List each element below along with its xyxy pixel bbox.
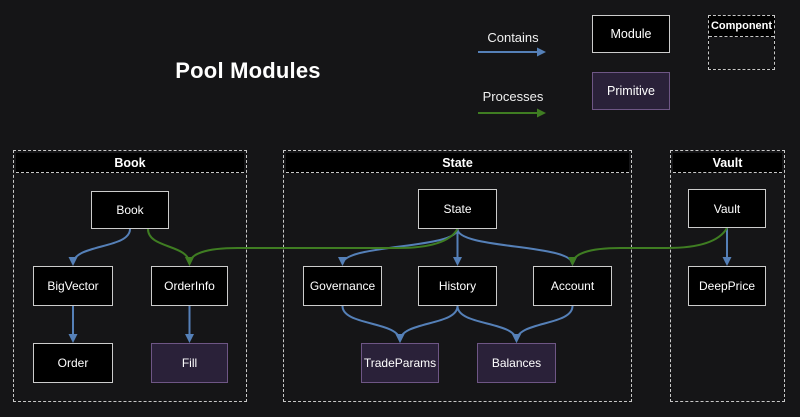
node-account: Account [533,266,612,306]
node-vault-node: Vault [688,189,766,228]
node-balances: Balances [477,343,556,383]
node-state-node: State [418,189,497,229]
container-book-header: Book [16,153,244,173]
node-history: History [418,266,497,306]
node-tradeparams: TradeParams [361,343,439,383]
node-deepprice: DeepPrice [688,266,766,306]
container-state-header: State [286,153,629,173]
node-orderinfo: OrderInfo [151,266,228,306]
container-vault-header: Vault [673,153,782,173]
node-fill: Fill [151,343,228,383]
diagram-title: Pool Modules [168,58,328,84]
legend-contains-label: Contains [477,30,549,45]
node-bigvector: BigVector [33,266,113,306]
legend-component-body [709,37,774,69]
legend-component-box: Component [708,15,775,70]
node-governance: Governance [303,266,382,306]
legend-module-box: Module [592,15,670,53]
legend-processes-label: Processes [477,89,549,104]
pool-modules-diagram: Pool Modules Contains Processes Module P… [0,0,800,417]
node-order: Order [33,343,113,383]
legend-primitive-box: Primitive [592,72,670,110]
legend-component-label: Component [709,16,774,37]
node-book-node: Book [91,191,169,229]
